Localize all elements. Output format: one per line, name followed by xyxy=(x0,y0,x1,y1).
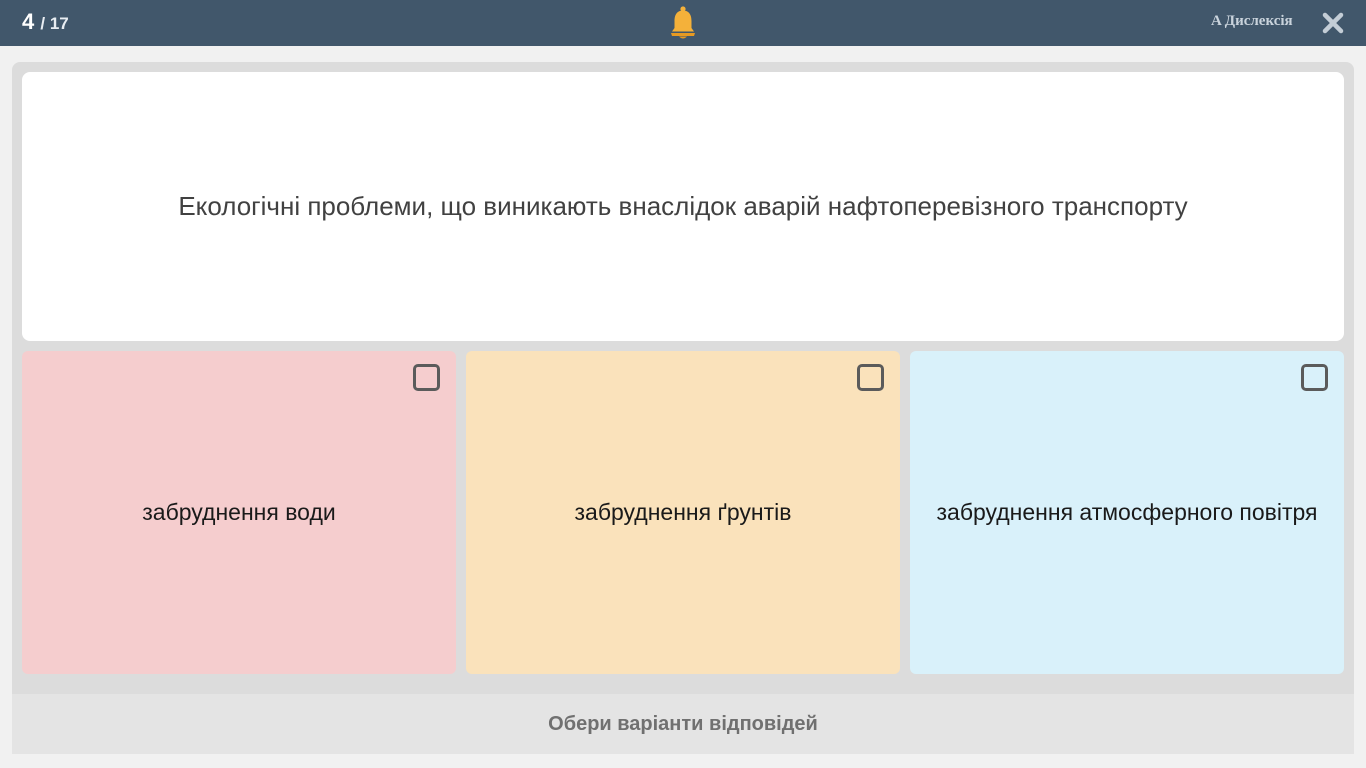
answer-option-1[interactable]: забруднення води xyxy=(22,351,456,674)
answer-option-2[interactable]: забруднення ґрунтів xyxy=(466,351,900,674)
answer-option-3[interactable]: забруднення атмосферного повітря xyxy=(910,351,1344,674)
answer-checkbox-3[interactable] xyxy=(1301,364,1328,391)
answer-checkbox-1[interactable] xyxy=(413,364,440,391)
question-counter: 4 / 17 xyxy=(22,10,69,36)
question-text: Екологічні проблеми, що виникають внаслі… xyxy=(178,191,1188,221)
question-card: Екологічні проблеми, що виникають внаслі… xyxy=(22,72,1344,341)
bell-icon-svg xyxy=(671,6,695,39)
top-bar: 4 / 17 A Дислексія xyxy=(0,0,1366,46)
answer-option-label-1: забруднення води xyxy=(142,499,336,525)
total-questions: / 17 xyxy=(40,14,69,33)
answer-checkbox-2[interactable] xyxy=(857,364,884,391)
current-question-number: 4 xyxy=(22,9,35,34)
footer-bar: Обери варіанти відповідей xyxy=(12,694,1354,754)
footer-hint: Обери варіанти відповідей xyxy=(548,712,818,735)
close-icon xyxy=(1322,12,1344,34)
answer-option-label-2: забруднення ґрунтів xyxy=(574,499,792,525)
dyslexia-toggle[interactable]: A Дислексія xyxy=(1211,13,1293,30)
answer-option-label-3: забруднення атмосферного повітря xyxy=(936,499,1318,525)
close-button[interactable] xyxy=(1321,11,1345,35)
bell-icon[interactable] xyxy=(667,5,699,41)
